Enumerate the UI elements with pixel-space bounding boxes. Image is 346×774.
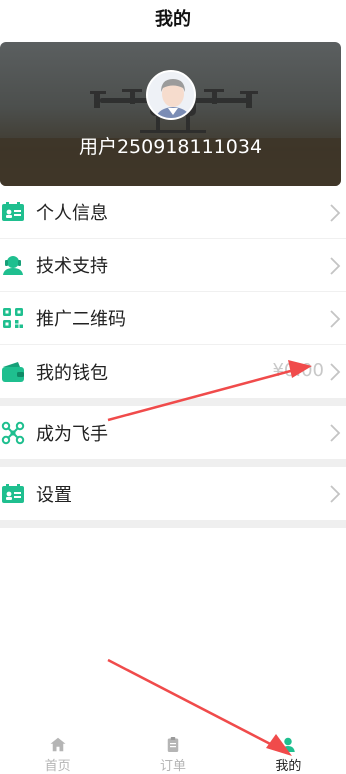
chevron-right-icon [330, 424, 341, 442]
menu-item-label: 设置 [36, 484, 72, 506]
wallet-balance: ¥0.00 [272, 360, 324, 381]
menu-item-label: 成为飞手 [36, 423, 108, 445]
home-icon [50, 737, 66, 752]
qr-code-icon [0, 305, 26, 331]
bottom-tab-bar: 首页 订单 我的 [0, 732, 346, 774]
tab-label: 首页 [44, 759, 71, 774]
id-card-icon [0, 199, 26, 225]
menu-item-settings[interactable]: 设置 [0, 467, 346, 520]
section-divider [0, 520, 346, 528]
section-divider [0, 459, 346, 467]
header: 我的 [0, 0, 346, 36]
menu-list: 个人信息 技术支持 推广二维码 我的钱包 ¥0.00 成为飞手 设置 [0, 186, 346, 528]
profile-banner[interactable]: 用户250918111034 [0, 42, 341, 186]
chevron-right-icon [330, 363, 341, 381]
menu-item-label: 技术支持 [36, 256, 108, 277]
tab-orders[interactable]: 订单 [115, 732, 230, 774]
tab-mine[interactable]: 我的 [231, 732, 346, 774]
user-icon [281, 737, 296, 752]
username: 用户250918111034 [78, 136, 263, 158]
wallet-icon [0, 359, 26, 385]
section-divider [0, 398, 346, 406]
menu-item-wallet[interactable]: 我的钱包 ¥0.00 [0, 345, 346, 398]
page-title: 我的 [155, 9, 191, 30]
menu-item-tech-support[interactable]: 技术支持 [0, 239, 346, 292]
tab-home[interactable]: 首页 [0, 732, 115, 774]
chevron-right-icon [330, 257, 341, 275]
tab-label: 订单 [159, 759, 186, 774]
chevron-right-icon [330, 485, 341, 503]
drone-icon [0, 420, 26, 446]
menu-item-personal-info[interactable]: 个人信息 [0, 186, 346, 239]
clipboard-icon [167, 737, 179, 752]
menu-item-promo-qrcode[interactable]: 推广二维码 [0, 292, 346, 345]
settings-card-icon [0, 481, 26, 507]
menu-item-label: 个人信息 [36, 203, 108, 224]
chevron-right-icon [330, 204, 341, 222]
menu-item-label: 我的钱包 [36, 362, 108, 384]
support-user-icon [0, 252, 26, 278]
avatar[interactable] [146, 70, 196, 120]
menu-item-label: 推广二维码 [36, 309, 126, 330]
menu-item-become-pilot[interactable]: 成为飞手 [0, 406, 346, 459]
tab-label: 我的 [275, 759, 302, 774]
chevron-right-icon [330, 310, 341, 328]
